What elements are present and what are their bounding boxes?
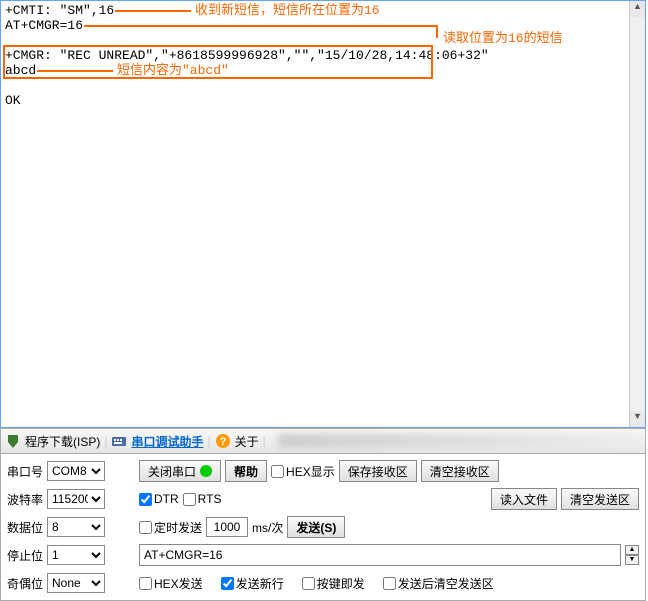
clear-after-send-checkbox[interactable]: 发送后清空发送区 <box>383 575 494 592</box>
stopbits-label: 停止位 <box>7 547 43 564</box>
annotation-line <box>37 70 113 72</box>
toolbar: 程序下载(ISP) | 串口调试助手 | ? 关于 | <box>0 428 646 454</box>
annotation-text: 收到新短信，短信所在位置为16 <box>195 3 380 18</box>
console-line: +CMGR: "REC UNREAD","+8618599996928","",… <box>5 48 489 63</box>
annotation-line <box>115 10 191 12</box>
port-label: 串口号 <box>7 463 43 480</box>
tab-isp[interactable]: 程序下载(ISP) <box>25 433 100 450</box>
clear-rx-button[interactable]: 清空接收区 <box>421 460 499 482</box>
annotation-text: 短信内容为"abcd" <box>117 63 229 78</box>
tab-about[interactable]: 关于 <box>235 433 259 450</box>
checkbox-label: 发送后清空发送区 <box>398 575 494 592</box>
blurred-area <box>278 434 641 448</box>
interval-field[interactable] <box>206 517 248 537</box>
actions-column: 关闭串口 帮助 HEX显示 保存接收区 清空接收区 DTR RTS 读入文件 清… <box>135 460 639 594</box>
databits-select[interactable]: 8 <box>47 517 105 537</box>
databits-label: 数据位 <box>7 519 43 536</box>
annotation-line <box>84 25 436 27</box>
timed-send-checkbox[interactable]: 定时发送 <box>139 519 202 536</box>
save-rx-button[interactable]: 保存接收区 <box>339 460 417 482</box>
baud-label: 波特率 <box>7 491 43 508</box>
keyboard-icon <box>111 433 127 449</box>
key-immediate-checkbox[interactable]: 按键即发 <box>302 575 365 592</box>
close-port-button[interactable]: 关闭串口 <box>139 460 221 482</box>
stopbits-select[interactable]: 1 <box>47 545 105 565</box>
annotation-text: 读取位置为16的短信 <box>443 31 563 46</box>
annotation-line <box>436 25 438 38</box>
parity-select[interactable]: None <box>47 573 105 593</box>
checkbox-label: HEX发送 <box>154 575 203 592</box>
console-line: +CMTI: "SM",16 <box>5 3 114 18</box>
parity-label: 奇偶位 <box>7 575 43 592</box>
rts-checkbox[interactable]: RTS <box>183 492 222 506</box>
checkbox-label: 按键即发 <box>317 575 365 592</box>
checkbox-label: DTR <box>154 492 179 506</box>
console-line: OK <box>5 93 21 108</box>
tab-serial-debug[interactable]: 串口调试助手 <box>131 433 203 450</box>
svg-text:?: ? <box>219 436 226 448</box>
scroll-up[interactable]: ▲ <box>630 1 645 17</box>
read-file-button[interactable]: 读入文件 <box>491 488 557 510</box>
dtr-checkbox[interactable]: DTR <box>139 492 179 506</box>
hex-display-checkbox[interactable]: HEX显示 <box>271 463 335 480</box>
port-select[interactable]: COM8 <box>47 461 105 481</box>
vertical-scrollbar[interactable]: ▲ ▼ <box>629 1 645 427</box>
send-button[interactable]: 发送(S) <box>287 516 345 538</box>
help-icon: ? <box>215 433 231 449</box>
console-output: +CMTI: "SM",16 AT+CMGR=16 +CMGR: "REC UN… <box>1 1 627 427</box>
console-line: AT+CMGR=16 <box>5 18 83 33</box>
checkbox-label: RTS <box>198 492 222 506</box>
download-icon <box>5 433 21 449</box>
spin-up-icon[interactable]: ▲ <box>625 545 639 555</box>
send-input[interactable] <box>139 544 621 566</box>
send-spin[interactable]: ▲▼ <box>625 545 639 565</box>
checkbox-label: HEX显示 <box>286 463 335 480</box>
clear-tx-button[interactable]: 清空发送区 <box>561 488 639 510</box>
interval-unit-label: ms/次 <box>252 519 283 536</box>
help-button[interactable]: 帮助 <box>225 460 267 482</box>
hex-send-checkbox[interactable]: HEX发送 <box>139 575 203 592</box>
checkbox-label: 发送新行 <box>236 575 284 592</box>
send-newline-checkbox[interactable]: 发送新行 <box>221 575 284 592</box>
checkbox-label: 定时发送 <box>154 519 202 536</box>
spin-down-icon[interactable]: ▼ <box>625 555 639 565</box>
scroll-down[interactable]: ▼ <box>630 411 645 427</box>
port-settings-column: 串口号 COM8 波特率 115200 数据位 8 停止位 1 奇偶位 None <box>7 460 135 594</box>
baud-select[interactable]: 115200 <box>47 489 105 509</box>
console-line: abcd <box>5 63 36 78</box>
output-panel: +CMTI: "SM",16 AT+CMGR=16 +CMGR: "REC UN… <box>0 0 646 428</box>
port-led-icon <box>200 465 212 477</box>
button-label: 关闭串口 <box>148 463 196 480</box>
config-panel: 串口号 COM8 波特率 115200 数据位 8 停止位 1 奇偶位 None… <box>0 454 646 601</box>
